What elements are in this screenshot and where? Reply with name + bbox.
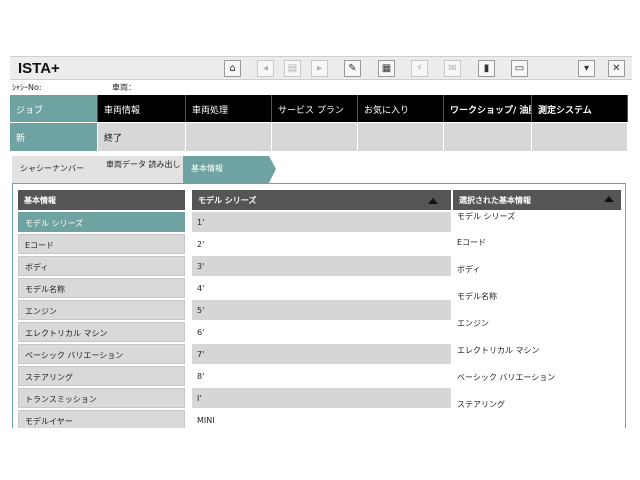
- battery-icon[interactable]: ▮: [478, 60, 495, 77]
- model-series-panel: モデル シリーズ 1' 2' 3' 4' 5' 6' 7' 8' I' MINI: [192, 190, 451, 428]
- list-item[interactable]: モデル名称: [18, 278, 185, 298]
- vehicle-info-row: ｼｬｼｰNo: 車両：: [10, 82, 632, 94]
- subnav-empty-5: [532, 123, 628, 151]
- list-item[interactable]: ステアリング: [18, 366, 185, 386]
- selected-info-list: モデル シリーズ Eコード ボディ モデル名称 エンジン エレクトリカル マシン…: [453, 210, 621, 426]
- forward-icon[interactable]: ▸: [311, 60, 328, 77]
- basic-info-panel: 基本情報 モデル シリーズ Eコード ボディ モデル名称 エンジン エレクトリカ…: [18, 190, 185, 428]
- breadcrumb-arrow: [269, 156, 276, 183]
- list-item[interactable]: MINI: [192, 410, 451, 428]
- breadcrumb-read-data[interactable]: 車両データ 読み出し: [98, 156, 182, 183]
- list-item: ボディ: [457, 265, 481, 274]
- list-item: エンジン: [457, 319, 489, 328]
- subnav-empty-4: [444, 123, 532, 151]
- scroll-up-icon[interactable]: [428, 198, 438, 204]
- list-item[interactable]: I': [192, 388, 451, 408]
- chassis-label: ｼｬｼｰNo:: [12, 83, 42, 92]
- wrench-icon[interactable]: ✎: [344, 60, 361, 77]
- nav-job[interactable]: ジョブ: [10, 95, 98, 122]
- nav-vehicle-info[interactable]: 車両情報: [98, 95, 186, 122]
- selected-info-panel: 選択された基本情報 モデル シリーズ Eコード ボディ モデル名称 エンジン エ…: [453, 190, 621, 426]
- list-item[interactable]: 8': [192, 366, 451, 386]
- list-item[interactable]: 6': [192, 322, 451, 342]
- display-icon[interactable]: ▦: [378, 60, 395, 77]
- print-icon[interactable]: ▭: [511, 60, 528, 77]
- basic-info-header: 基本情報: [18, 190, 185, 210]
- list-item[interactable]: ベーシック バリエーション: [18, 344, 185, 364]
- list-item[interactable]: 3': [192, 256, 451, 276]
- selected-info-header: 選択された基本情報: [453, 190, 621, 210]
- nav-favorites[interactable]: お気に入り: [358, 95, 444, 122]
- subnav-end[interactable]: 終了: [98, 123, 186, 151]
- model-series-header: モデル シリーズ: [192, 190, 451, 210]
- app-title: ISTA+: [18, 60, 60, 77]
- selected-info-title: 選択された基本情報: [459, 196, 531, 205]
- list-item[interactable]: 1': [192, 212, 451, 232]
- model-series-list: 1' 2' 3' 4' 5' 6' 7' 8' I' MINI: [192, 212, 451, 428]
- minimize-icon[interactable]: ▾: [578, 60, 595, 77]
- content-frame: 基本情報 モデル シリーズ Eコード ボディ モデル名称 エンジン エレクトリカ…: [12, 183, 626, 428]
- close-icon[interactable]: ✕: [608, 60, 625, 77]
- main-nav: ジョブ 車両情報 車両処理 サービス プラン お気に入り ワークショップ/ 油脂…: [10, 95, 628, 122]
- list-item: Eコード: [457, 238, 487, 247]
- mail-icon[interactable]: ✉: [444, 60, 461, 77]
- nav-vehicle-processing[interactable]: 車両処理: [186, 95, 272, 122]
- list-item[interactable]: 2': [192, 234, 451, 254]
- subnav-empty-3: [358, 123, 444, 151]
- nav-service-plan[interactable]: サービス プラン: [272, 95, 358, 122]
- list-item[interactable]: 4': [192, 278, 451, 298]
- list-item[interactable]: トランスミッション: [18, 388, 185, 408]
- document-icon[interactable]: ▤: [284, 60, 301, 77]
- home-icon[interactable]: ⌂: [224, 60, 241, 77]
- list-item: モデル シリーズ: [457, 212, 516, 221]
- breadcrumb-basic-info[interactable]: 基本情報: [183, 156, 269, 183]
- list-item[interactable]: Eコード: [18, 234, 185, 254]
- link-icon[interactable]: ⚡: [411, 60, 428, 77]
- list-item[interactable]: 5': [192, 300, 451, 320]
- list-item: エレクトリカル マシン: [457, 346, 540, 355]
- list-item[interactable]: モデルイヤー: [18, 410, 185, 428]
- list-item[interactable]: エレクトリカル マシン: [18, 322, 185, 342]
- breadcrumb-chassis[interactable]: シャシーナンバー: [12, 156, 98, 183]
- nav-measurement[interactable]: 測定システム: [532, 95, 628, 122]
- subnav-empty-2: [272, 123, 358, 151]
- list-item: ステアリング: [457, 400, 505, 409]
- subnav-empty-1: [186, 123, 272, 151]
- subnav-new[interactable]: 新: [10, 123, 98, 151]
- list-item: ベーシック バリエーション: [457, 373, 556, 382]
- list-item[interactable]: ボディ: [18, 256, 185, 276]
- list-item: モデル名称: [457, 292, 497, 301]
- sub-nav: 新 終了: [10, 123, 628, 151]
- scroll-up-icon[interactable]: [604, 196, 614, 202]
- title-bar: ISTA+ ⌂ ◂ ▤ ▸ ✎ ▦ ⚡ ✉ ▮ ▭ ▾ ✕: [10, 56, 632, 80]
- vehicle-label: 車両：: [112, 83, 136, 92]
- nav-workshop[interactable]: ワークショップ/ 油脂類: [444, 95, 532, 122]
- list-item[interactable]: モデル シリーズ: [18, 212, 185, 232]
- list-item[interactable]: 7': [192, 344, 451, 364]
- back-icon[interactable]: ◂: [257, 60, 274, 77]
- list-item[interactable]: エンジン: [18, 300, 185, 320]
